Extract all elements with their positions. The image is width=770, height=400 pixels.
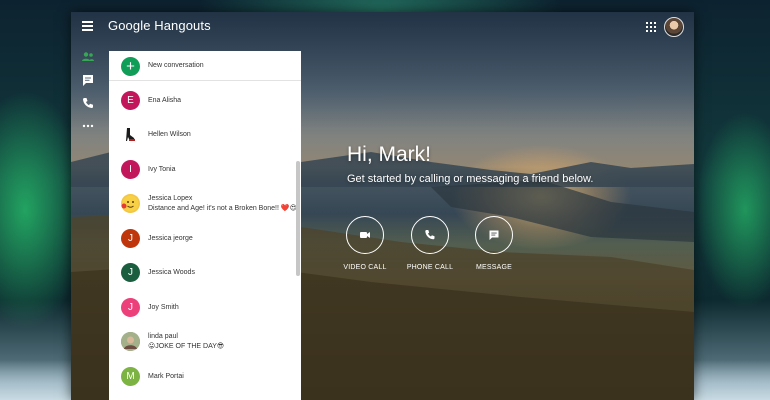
photo-avatar-icon <box>121 332 140 351</box>
contact-item-jessica-woods[interactable]: J Jessica Woods <box>109 256 295 290</box>
message-icon <box>489 230 499 240</box>
contact-name: Jessica Lopex <box>148 195 193 202</box>
contact-name: Ivy Tonia <box>148 166 176 173</box>
contact-message: Distance and Age! it's not a Broken Bone… <box>148 205 297 212</box>
message-label: MESSAGE <box>475 264 513 271</box>
contact-item-hellen-wilson[interactable]: Hellen Wilson <box>109 118 295 152</box>
scrollbar-thumb[interactable] <box>296 161 300 276</box>
contact-item-ivy-tonia[interactable]: I Ivy Tonia <box>109 153 295 187</box>
new-conversation-label: New conversation <box>148 62 204 69</box>
message-button[interactable]: MESSAGE <box>459 216 529 271</box>
people-icon[interactable] <box>81 50 95 64</box>
contact-scrollbar[interactable] <box>296 81 301 400</box>
contact-item-jessica-jeorge[interactable]: J Jessica jeorge <box>109 222 295 256</box>
app-brand: Google Hangouts <box>108 18 211 33</box>
avatar: E <box>121 91 140 110</box>
contact-name: Ena Alisha <box>148 97 182 104</box>
contact-name: Joy Smith <box>148 304 179 311</box>
contact-item-ena-alisha[interactable]: E Ena Alisha <box>109 84 295 118</box>
avatar: M <box>121 367 140 386</box>
contact-name: Hellen Wilson <box>148 131 191 138</box>
contact-name: Jessica Woods <box>148 269 195 276</box>
more-icon[interactable] <box>81 119 95 133</box>
avatar: I <box>121 160 140 179</box>
video-camera-icon <box>360 232 370 238</box>
avatar <box>121 125 140 144</box>
video-call-label: VIDEO CALL <box>343 264 387 271</box>
avatar: J <box>121 263 140 282</box>
contact-panel: + New conversation E Ena Alisha Hellen W… <box>109 51 301 400</box>
chat-icon[interactable] <box>81 73 95 87</box>
greeting-title: Hi, Mark! <box>347 143 431 166</box>
contact-item-jessica-lopex[interactable]: Jessica Lopex Distance and Age! it's not… <box>109 187 297 221</box>
contact-item-linda-paul[interactable]: linda paul 😛JOKE OF THE DAY😎 <box>109 325 295 359</box>
phone-call-ring <box>411 216 449 254</box>
hangouts-window: Google Hangouts + New conversation E Ena… <box>71 12 694 400</box>
message-ring <box>475 216 513 254</box>
avatar: J <box>121 298 140 317</box>
emoji-face-icon <box>121 195 139 212</box>
top-bar: Google Hangouts <box>71 12 694 42</box>
contact-name: Jessica jeorge <box>148 235 193 242</box>
account-avatar[interactable] <box>664 17 684 37</box>
greeting-subtitle: Get started by calling or messaging a fr… <box>347 173 594 185</box>
phone-call-label: PHONE CALL <box>406 264 454 271</box>
contact-name: Mark Portai <box>148 373 184 380</box>
video-call-ring <box>346 216 384 254</box>
menu-icon[interactable] <box>82 21 95 32</box>
plus-icon: + <box>121 57 140 76</box>
shoe-icon <box>126 128 135 141</box>
avatar: J <box>121 229 140 248</box>
avatar <box>121 332 140 351</box>
contact-message: 😛JOKE OF THE DAY😎 <box>148 343 225 350</box>
new-conversation-button[interactable]: + New conversation <box>109 51 301 81</box>
apps-grid-icon[interactable] <box>646 22 656 32</box>
contact-item-mark-portai[interactable]: M Mark Portai <box>109 360 295 394</box>
phone-icon <box>425 230 435 240</box>
phone-icon[interactable] <box>81 96 95 110</box>
contact-name: linda paul <box>148 333 178 340</box>
video-call-button[interactable]: VIDEO CALL <box>330 216 400 271</box>
contact-item-joy-smith[interactable]: J Joy Smith <box>109 291 295 325</box>
avatar <box>121 194 140 213</box>
phone-call-button[interactable]: PHONE CALL <box>395 216 465 271</box>
